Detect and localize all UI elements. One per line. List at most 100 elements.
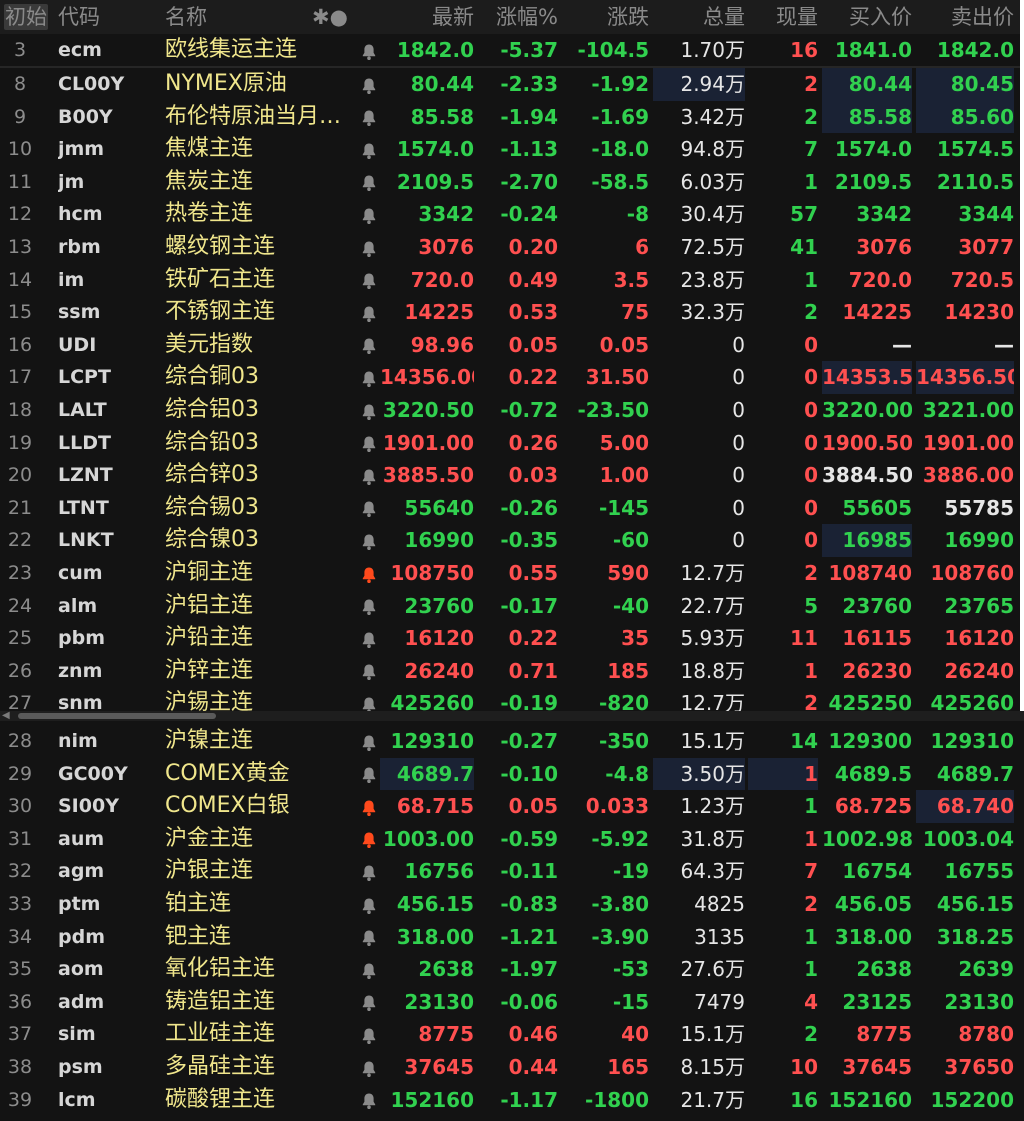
scroll-left-arrow-icon[interactable]: ◀: [2, 710, 10, 722]
quote-row[interactable]: 16 UDI 美元指数 98.96 0.05 0.05 0 0 — —: [0, 329, 1024, 362]
row-number: 31: [7, 827, 33, 850]
quote-row[interactable]: 8 CL00Y NYMEX原油 80.44 -2.33 -1.92 2.94万 2 80.44 8…: [0, 68, 1024, 101]
bell-icon[interactable]: [356, 133, 382, 166]
bell-icon[interactable]: [356, 459, 382, 492]
bell-icon[interactable]: [356, 427, 382, 460]
row-number: 12: [7, 203, 33, 226]
quote-row[interactable]: 24 alm 沪铝主连 23760 -0.17 -40 22.7万 5 23760 23765: [0, 590, 1024, 623]
scrollbar-thumb[interactable]: [18, 713, 216, 719]
quote-row[interactable]: 14 im 铁矿石主连 720.0 0.49 3.5 23.8万 1 720.0 720.5: [0, 264, 1024, 297]
quote-row[interactable]: 10 jmm 焦煤主连 1574.0 -1.13 -18.0 94.8万 7 1574.0 157…: [0, 133, 1024, 166]
quote-row[interactable]: 25 pbm 沪铅主连 16120 0.22 35 5.93万 11 16115 16120: [0, 622, 1024, 655]
header-chg[interactable]: 涨跌: [562, 0, 649, 34]
cell-ask: 23130: [944, 989, 1014, 1014]
bell-icon[interactable]: [356, 34, 382, 67]
contract-name: 沪锌主连: [165, 657, 254, 683]
cell-pct: -5.37: [500, 38, 558, 62]
header-bid[interactable]: 买入价: [822, 0, 912, 34]
quote-row[interactable]: 20 LZNT 综合锌03 3885.50 0.03 1.00 0 0 3884.50 3886.…: [0, 459, 1024, 492]
row-number: 29: [7, 762, 33, 785]
header-cur[interactable]: 现量: [748, 0, 818, 34]
bell-alert-icon[interactable]: [356, 790, 382, 823]
header-ask[interactable]: 卖出价: [916, 0, 1014, 34]
contract-code: B00Y: [58, 105, 113, 128]
quote-row[interactable]: 38 psm 多晶硅主连 37645 0.44 165 8.15万 10 37645 37650: [0, 1051, 1024, 1084]
bell-icon[interactable]: [356, 329, 382, 362]
quote-row[interactable]: 33 ptm 铂主连 456.15 -0.83 -3.80 4825 2 456.05 456.1…: [0, 888, 1024, 921]
quote-row[interactable]: 23 cum 沪铜主连 108750 0.55 590 12.7万 2 108740 108760: [0, 557, 1024, 590]
bell-icon[interactable]: [356, 758, 382, 791]
cell-pct: 0.49: [508, 267, 558, 292]
quote-row[interactable]: 13 rbm 螺纹钢主连 3076 0.20 6 72.5万 41 3076 3077: [0, 231, 1024, 264]
bell-icon[interactable]: [356, 1084, 382, 1117]
quote-row[interactable]: 30 SI00Y COMEX白银 68.715 0.05 0.033 1.23万 1 68.72…: [0, 790, 1024, 823]
cell-chg: -1.92: [591, 72, 649, 96]
bell-alert-icon[interactable]: [356, 557, 382, 590]
bell-icon[interactable]: [356, 198, 382, 231]
header-star-dot-icon[interactable]: ✱●: [310, 0, 350, 34]
quote-row[interactable]: 32 agm 沪银主连 16756 -0.11 -19 64.3万 7 16754 16755: [0, 855, 1024, 888]
cell-cur: 5: [804, 593, 818, 618]
bell-icon[interactable]: [356, 524, 382, 557]
header-pct[interactable]: 涨幅%: [478, 0, 558, 34]
quote-row[interactable]: 28 nim 沪镍主连 129310 -0.27 -350 15.1万 14 129300 129…: [0, 725, 1024, 758]
quote-row[interactable]: 22 LNKT 综合镍03 16990 -0.35 -60 0 0 16985 16990: [0, 524, 1024, 557]
quote-row[interactable]: 3 ecm 欧线集运主连 1842.0 -5.37 -104.5 1.70万 16 1841.0…: [0, 34, 1024, 67]
bell-icon[interactable]: [356, 492, 382, 525]
quote-row[interactable]: 17LCPT综合铜0314356.000.2231.500014353.5014…: [0, 361, 1024, 394]
init-button[interactable]: 初始: [4, 4, 48, 30]
bell-icon[interactable]: [356, 986, 382, 1019]
bell-icon[interactable]: [356, 68, 382, 101]
bell-alert-icon[interactable]: [356, 823, 382, 856]
row-number: 35: [7, 958, 33, 981]
quote-row[interactable]: 29 GC00Y COMEX黄金 4689.7 -0.10 -4.8 3.50万 1 4689.…: [0, 757, 1024, 791]
quote-row[interactable]: 9 B00Y 布伦特原油当月连续 85.58 -1.94 -1.69 3.42万 2 85.58…: [0, 100, 1024, 134]
cell-last: 152160: [390, 1087, 475, 1112]
quote-row[interactable]: 35 aom 氧化铝主连 2638 -1.97 -53 27.6万 1 2638 2639: [0, 953, 1024, 986]
bell-icon[interactable]: [356, 590, 382, 623]
quote-row[interactable]: 11 jm 焦炭主连 2109.5 -2.70 -58.5 6.03万 1 2109.5 2110…: [0, 166, 1024, 199]
bell-icon[interactable]: [356, 361, 382, 394]
quote-row[interactable]: 18 LALT 综合铝03 3220.50 -0.72 -23.50 0 0 3220.00 32…: [0, 394, 1024, 427]
cell-bid: 2109.5: [834, 169, 912, 194]
quote-row[interactable]: 19 LLDT 综合铅03 1901.00 0.26 5.00 0 0 1900.50 1901.…: [0, 427, 1024, 460]
bell-icon[interactable]: [356, 921, 382, 954]
bell-icon[interactable]: [356, 296, 382, 329]
header-last[interactable]: 最新: [380, 0, 474, 34]
bell-icon[interactable]: [356, 855, 382, 888]
header-name[interactable]: 名称: [165, 0, 245, 34]
header-vol[interactable]: 总量: [653, 0, 745, 34]
cell-pct: 0.03: [508, 463, 558, 488]
quote-row[interactable]: 39 lcm 碳酸锂主连 152160 -1.17 -1800 21.7万 16 152160 1…: [0, 1084, 1024, 1117]
quote-row[interactable]: 26 znm 沪锌主连 26240 0.71 185 18.8万 1 26230 26240: [0, 655, 1024, 688]
quote-row[interactable]: 12 hcm 热卷主连 3342 -0.24 -8 30.4万 57 3342 3344: [0, 198, 1024, 231]
bell-icon[interactable]: [356, 166, 382, 199]
bell-icon[interactable]: [356, 953, 382, 986]
quote-row[interactable]: 36 adm 铸造铝主连 23130 -0.06 -15 7479 4 23125 23130: [0, 986, 1024, 1019]
cell-last: 16120: [404, 626, 474, 651]
horizontal-scrollbar[interactable]: ◀: [0, 710, 1024, 722]
quote-row[interactable]: 21 LTNT 综合锡03 55640 -0.26 -145 0 0 55605 55785: [0, 492, 1024, 525]
bell-icon[interactable]: [356, 725, 382, 758]
bell-icon[interactable]: [356, 655, 382, 688]
bell-icon[interactable]: [356, 394, 382, 427]
header-code[interactable]: 代码: [58, 0, 148, 34]
quote-row[interactable]: 31 aum 沪金主连 1003.00 -0.59 -5.92 31.8万 1 1002.98 1…: [0, 823, 1024, 856]
bell-icon[interactable]: [356, 264, 382, 297]
quote-row[interactable]: 15 ssm 不锈钢主连 14225 0.53 75 32.3万 2 14225 14230: [0, 296, 1024, 329]
bell-icon[interactable]: [356, 888, 382, 921]
cell-last: 1842.0: [396, 38, 474, 62]
quote-row[interactable]: 34 pdm 钯主连 318.00 -1.21 -3.90 3135 1 318.00 318.2…: [0, 921, 1024, 954]
bell-icon[interactable]: [356, 1018, 382, 1051]
cell-cur: 11: [790, 626, 818, 651]
right-panel-edge: [1020, 0, 1024, 711]
contract-code: CL00Y: [58, 73, 125, 95]
cell-vol: 0: [732, 463, 745, 488]
bell-icon[interactable]: [356, 622, 382, 655]
bell-icon[interactable]: [356, 231, 382, 264]
quote-row[interactable]: 37 sim 工业硅主连 8775 0.46 40 15.1万 2 8775 8780: [0, 1018, 1024, 1051]
bell-icon[interactable]: [356, 101, 382, 134]
cell-pct: -0.10: [500, 761, 558, 786]
row-number: 11: [7, 170, 33, 193]
bell-icon[interactable]: [356, 1051, 382, 1084]
